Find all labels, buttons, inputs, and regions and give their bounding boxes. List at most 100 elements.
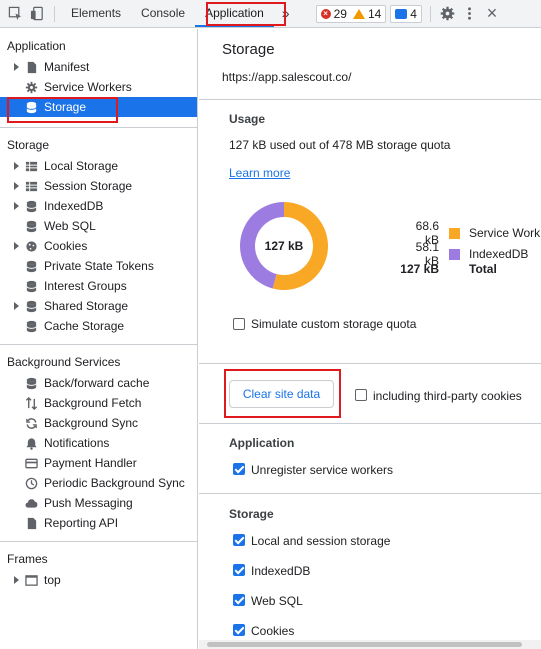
sidebar-item-interest-groups[interactable]: Interest Groups bbox=[0, 276, 197, 296]
settings-gear-icon[interactable] bbox=[437, 3, 459, 25]
database-icon bbox=[24, 279, 38, 293]
error-icon: × bbox=[320, 8, 331, 19]
sidebar-section-application: Application bbox=[7, 39, 66, 53]
sidebar-item-label: Push Messaging bbox=[44, 496, 133, 510]
expand-arrow-icon[interactable] bbox=[10, 302, 22, 310]
scrollbar-thumb[interactable] bbox=[207, 642, 522, 647]
section-divider bbox=[199, 493, 541, 494]
sidebar-item-label: Background Sync bbox=[44, 416, 139, 430]
legend-row-total: 127 kB Total bbox=[399, 262, 497, 276]
expand-arrow-icon[interactable] bbox=[10, 182, 22, 190]
more-tabs-button[interactable]: » bbox=[274, 0, 298, 27]
sidebar-item-local-storage[interactable]: Local Storage bbox=[0, 156, 197, 176]
sidebar-item-service-workers[interactable]: Service Workers bbox=[0, 77, 197, 97]
legend-swatch bbox=[449, 227, 460, 239]
application-heading: Application bbox=[229, 436, 295, 450]
sidebar-item-private-state-tokens[interactable]: Private State Tokens bbox=[0, 256, 197, 276]
sidebar-item-push-messaging[interactable]: Push Messaging bbox=[0, 493, 197, 513]
cookies-label: Cookies bbox=[251, 624, 295, 638]
indexeddb-checkbox[interactable] bbox=[233, 564, 245, 576]
sidebar-item-web-sql[interactable]: Web SQL bbox=[0, 216, 197, 236]
bell-icon bbox=[24, 436, 38, 450]
sidebar-item-payment-handler[interactable]: Payment Handler bbox=[0, 453, 197, 473]
local-session-storage-checkbox[interactable] bbox=[233, 534, 245, 546]
learn-more-link[interactable]: Learn more bbox=[229, 166, 290, 180]
web-sql-checkbox[interactable] bbox=[233, 594, 245, 606]
sidebar-item-shared-storage[interactable]: Shared Storage bbox=[0, 296, 197, 316]
file-icon bbox=[24, 516, 38, 530]
legend-total-label: Total bbox=[469, 262, 497, 276]
devtools-toolbar: Elements Console Application » × 29 14 4… bbox=[0, 0, 541, 28]
grid-icon bbox=[24, 179, 38, 193]
storage-panel: Storage https://app.salescout.co/ Usage … bbox=[199, 29, 541, 649]
sidebar-item-label: Payment Handler bbox=[44, 456, 137, 470]
inspect-element-icon[interactable] bbox=[4, 3, 26, 25]
issue-counters[interactable]: × 29 14 4 bbox=[315, 4, 422, 23]
tab-elements[interactable]: Elements bbox=[61, 0, 131, 27]
donut-center-label: 127 kB bbox=[264, 239, 304, 253]
third-party-cookies-checkbox[interactable] bbox=[355, 389, 367, 401]
clock-icon bbox=[24, 476, 38, 490]
sidebar-item-label: Manifest bbox=[44, 60, 90, 74]
toolbar-separator bbox=[54, 5, 55, 22]
error-count-badge[interactable]: × 29 14 bbox=[315, 4, 387, 23]
card-icon bbox=[24, 456, 38, 470]
sidebar-item-periodic-background-sync[interactable]: Periodic Background Sync bbox=[0, 473, 197, 493]
origin-url: https://app.salescout.co/ bbox=[222, 70, 352, 84]
sidebar-item-label: Periodic Background Sync bbox=[44, 476, 185, 490]
expand-arrow-icon[interactable] bbox=[10, 162, 22, 170]
cookies-checkbox[interactable] bbox=[233, 624, 245, 636]
kebab-menu-icon[interactable] bbox=[459, 3, 481, 25]
sidebar-item-indexeddb[interactable]: IndexedDB bbox=[0, 196, 197, 216]
expand-arrow-icon[interactable] bbox=[10, 576, 22, 584]
cloud-icon bbox=[24, 496, 38, 510]
device-toolbar-icon[interactable] bbox=[26, 3, 48, 25]
sidebar-item-label: Service Workers bbox=[44, 80, 132, 94]
sidebar-item-back-forward-cache[interactable]: Back/forward cache bbox=[0, 373, 197, 393]
sidebar-item-session-storage[interactable]: Session Storage bbox=[0, 176, 197, 196]
sidebar-item-label: Interest Groups bbox=[44, 279, 127, 293]
local-session-storage-label: Local and session storage bbox=[251, 534, 391, 548]
simulate-quota-checkbox[interactable] bbox=[233, 318, 245, 330]
expand-arrow-icon[interactable] bbox=[10, 63, 22, 71]
legend-label: Service Work bbox=[469, 226, 541, 240]
tab-application[interactable]: Application bbox=[195, 0, 274, 27]
sidebar-item-background-sync[interactable]: Background Sync bbox=[0, 413, 197, 433]
database-icon bbox=[24, 299, 38, 313]
sidebar-item-reporting-api[interactable]: Reporting API bbox=[0, 513, 197, 533]
sync-icon bbox=[24, 416, 38, 430]
sidebar-item-label: Private State Tokens bbox=[44, 259, 154, 273]
sidebar-item-background-fetch[interactable]: Background Fetch bbox=[0, 393, 197, 413]
expand-arrow-icon[interactable] bbox=[10, 202, 22, 210]
sidebar-item-cookies[interactable]: Cookies bbox=[0, 236, 197, 256]
expand-arrow-icon[interactable] bbox=[10, 242, 22, 250]
sidebar-item-manifest[interactable]: Manifest bbox=[0, 57, 197, 77]
sidebar-item-label: Reporting API bbox=[44, 516, 119, 530]
database-icon bbox=[24, 376, 38, 390]
sidebar-item-notifications[interactable]: Notifications bbox=[0, 433, 197, 453]
close-devtools-button[interactable]: × bbox=[481, 3, 503, 25]
sidebar-section-background-services: Background Services bbox=[7, 355, 121, 369]
clear-site-data-button[interactable]: Clear site data bbox=[229, 380, 334, 408]
file-icon bbox=[24, 60, 38, 74]
sidebar-item-label: Storage bbox=[44, 100, 87, 114]
horizontal-scrollbar[interactable] bbox=[199, 640, 541, 649]
sidebar-item-label: IndexedDB bbox=[44, 199, 104, 213]
usage-summary: 127 kB used out of 478 MB storage quota bbox=[229, 138, 451, 152]
message-icon bbox=[395, 8, 408, 19]
section-divider bbox=[199, 423, 541, 424]
sidebar-item-cache-storage[interactable]: Cache Storage bbox=[0, 316, 197, 336]
sidebar-divider bbox=[0, 127, 197, 128]
third-party-cookies-label: including third-party cookies bbox=[373, 389, 522, 403]
sidebar-item-label: Notifications bbox=[44, 436, 110, 450]
sidebar-item-storage[interactable]: Storage bbox=[0, 97, 197, 117]
tab-console[interactable]: Console bbox=[131, 0, 195, 27]
message-count-badge[interactable]: 4 bbox=[390, 4, 422, 23]
unregister-service-workers-checkbox[interactable] bbox=[233, 463, 245, 475]
page-title: Storage bbox=[222, 41, 275, 58]
sidebar-divider bbox=[0, 344, 197, 345]
sidebar-item-frame-top[interactable]: top bbox=[0, 570, 197, 590]
legend-swatch bbox=[449, 248, 460, 260]
grid-icon bbox=[24, 159, 38, 173]
updown-arrows-icon bbox=[24, 396, 38, 410]
